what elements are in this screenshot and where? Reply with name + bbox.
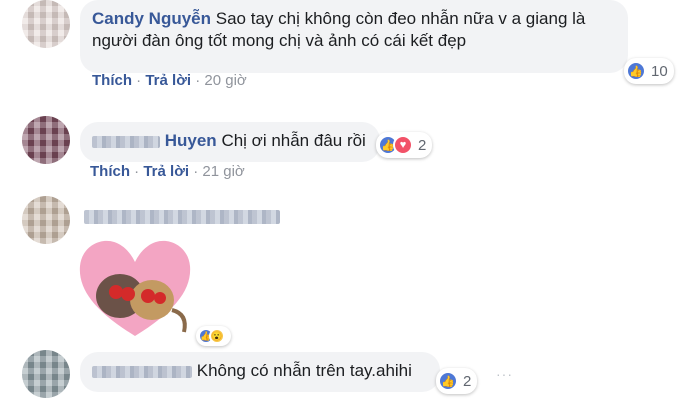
separator: · bbox=[193, 163, 199, 180]
heart-eye-icon bbox=[109, 285, 123, 299]
like-link[interactable]: Thích bbox=[92, 72, 132, 89]
wow-reaction-icon: 😮 bbox=[209, 328, 225, 344]
separator: · bbox=[195, 72, 201, 89]
cat-tail bbox=[171, 308, 187, 333]
reaction-summary[interactable]: 👍 2 bbox=[436, 368, 478, 394]
comment-bubble: Huyen Chị ơi nhẫn đâu rồi bbox=[80, 122, 380, 162]
comment-text: Không có nhẫn trên tay.ahihi bbox=[196, 361, 412, 380]
blurred-author-name bbox=[92, 135, 160, 148]
blurred-author-name bbox=[92, 365, 192, 378]
reaction-summary[interactable]: 👍 ♥ 2 bbox=[376, 132, 433, 158]
comment-text: Sao tay chị không còn đeo nhẫn nữa v a g… bbox=[215, 9, 586, 28]
like-link[interactable]: Thích bbox=[90, 163, 130, 180]
comment-time[interactable]: 21 giờ bbox=[202, 163, 244, 180]
blurred-author-name bbox=[84, 210, 280, 224]
reaction-count: 10 bbox=[651, 62, 668, 80]
heart-eye-icon bbox=[121, 287, 135, 301]
comment-bubble: Candy Nguyễn Sao tay chị không còn đeo n… bbox=[80, 0, 628, 73]
avatar[interactable] bbox=[22, 0, 70, 48]
love-reaction-icon: ♥ bbox=[393, 135, 413, 155]
reply-link[interactable]: Trả lời bbox=[143, 163, 189, 180]
comment-author[interactable]: Candy Nguyễn bbox=[92, 9, 211, 28]
comment-actions: Thích · Trả lời · 21 giờ bbox=[90, 163, 245, 180]
like-reaction-icon: 👍 bbox=[438, 371, 458, 391]
avatar[interactable] bbox=[22, 196, 70, 244]
avatar[interactable] bbox=[22, 350, 70, 398]
reply-link[interactable]: Trả lời bbox=[145, 72, 191, 89]
separator: · bbox=[136, 72, 142, 89]
reaction-summary[interactable]: 👍 😮 bbox=[196, 326, 231, 346]
reaction-summary[interactable]: 👍 10 bbox=[624, 58, 674, 84]
comment-time[interactable]: 20 giờ bbox=[204, 72, 246, 89]
cat-kissing-heart-sticker[interactable] bbox=[76, 232, 194, 342]
more-options-icon[interactable]: ··· bbox=[496, 366, 513, 382]
heart-eye-icon bbox=[154, 292, 166, 304]
separator: · bbox=[134, 163, 140, 180]
reaction-count: 2 bbox=[418, 136, 427, 154]
comment-text: Chị ơi nhẫn đâu rồi bbox=[221, 131, 366, 150]
reaction-count: 2 bbox=[463, 372, 472, 390]
comment-text-line-2: người đàn ông tốt mong chị và ảnh có cái… bbox=[92, 31, 467, 50]
comment-actions: Thích · Trả lời · 20 giờ bbox=[92, 72, 247, 89]
like-reaction-icon: 👍 bbox=[626, 61, 646, 81]
heart-eye-icon bbox=[141, 289, 155, 303]
avatar[interactable] bbox=[22, 116, 70, 164]
comment-bubble: Không có nhẫn trên tay.ahihi bbox=[80, 352, 440, 392]
comment-author[interactable]: Huyen bbox=[165, 131, 217, 150]
